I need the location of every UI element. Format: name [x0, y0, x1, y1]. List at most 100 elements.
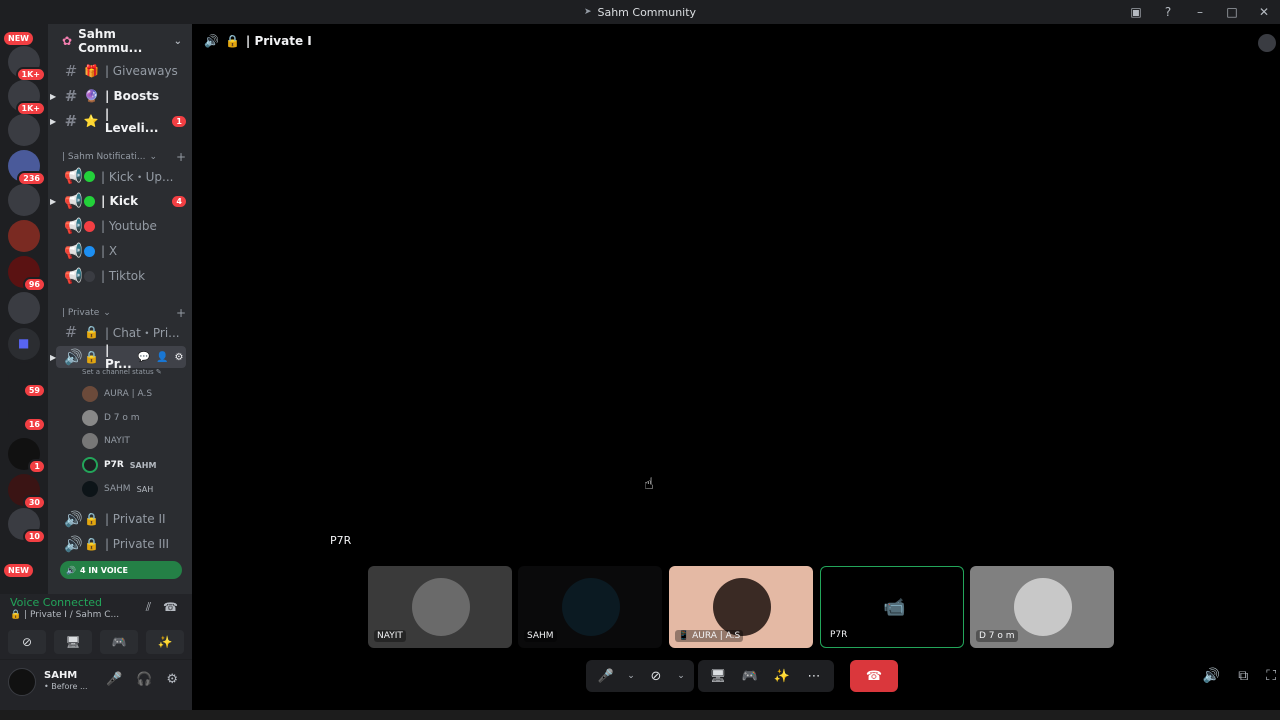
disconnect-button[interactable]: ☎: [850, 660, 898, 692]
voice-member-speaking[interactable]: P7R SAHM: [82, 455, 156, 475]
server-icon[interactable]: 1K+: [8, 80, 46, 116]
server-icon[interactable]: 1K+: [8, 46, 46, 82]
chevron-down-icon[interactable]: ⌄: [674, 662, 688, 690]
disconnect-icon[interactable]: ☎: [163, 600, 178, 615]
mic-button[interactable]: 🎤: [592, 662, 620, 690]
add-channel-icon[interactable]: +: [176, 306, 186, 320]
add-channel-icon[interactable]: +: [176, 150, 186, 164]
server-icon[interactable]: 10: [8, 508, 46, 544]
server-tag: SAHM: [129, 460, 157, 470]
mic-icon[interactable]: 🎤: [106, 672, 122, 687]
screen-share-button[interactable]: 🖥: [54, 630, 92, 654]
participant-tile[interactable]: SAHM: [518, 566, 662, 648]
category-label: | Private: [62, 308, 100, 318]
stage-right-controls: 🔊 ⧉ ⛶: [1203, 668, 1276, 684]
soundboard-button[interactable]: ✨: [768, 662, 796, 690]
avatar[interactable]: [8, 668, 36, 696]
channel-status[interactable]: Set a channel status ✎: [82, 368, 162, 376]
speaker-icon: 🔊: [64, 348, 83, 366]
server-new-badge: NEW: [4, 32, 33, 45]
folder-icon[interactable]: ■: [8, 328, 40, 360]
channel-label: | Boosts: [104, 89, 160, 103]
channel-x[interactable]: 📢 | X: [56, 240, 186, 262]
hash-icon: #: [64, 112, 78, 130]
soundboard-button[interactable]: ✨: [146, 630, 184, 654]
server-header[interactable]: ✿ Sahm Commu... ⌄: [48, 24, 192, 58]
voice-channel-private-i[interactable]: ▶ 🔊 🔒 | Pr... 💬 👤 ⚙: [50, 343, 188, 371]
channel-chat-private[interactable]: # 🔒 | Chat・Pri...: [56, 321, 186, 343]
voice-connected-subtitle[interactable]: 🔒 | Private I / Sahm C...: [10, 610, 119, 620]
voice-member[interactable]: NAYIT: [82, 431, 130, 451]
camera-toggle-button[interactable]: ⊘: [8, 630, 46, 654]
participant-tile[interactable]: 📱 AURA | A.S: [669, 566, 813, 648]
gear-icon[interactable]: ⚙: [166, 672, 178, 687]
chevron-down-icon[interactable]: ⌄: [624, 662, 638, 690]
window-controls: ▣ ? – □ ✕: [1120, 0, 1280, 24]
avatar: [82, 386, 98, 402]
participant-tile[interactable]: NAYIT: [368, 566, 512, 648]
category-private[interactable]: | Private ⌄ +: [62, 306, 186, 320]
mention-badge: 4: [172, 195, 186, 207]
voice-panel-icons: ⫽ ☎: [146, 600, 178, 615]
server-icon[interactable]: [8, 220, 40, 252]
voice-member[interactable]: AURA | A.S: [82, 384, 152, 404]
close-button[interactable]: ✕: [1248, 5, 1280, 19]
voice-member[interactable]: D 7 o m: [82, 408, 140, 428]
announcement-icon: 📢: [64, 217, 83, 235]
star-icon: ⭐: [83, 114, 99, 128]
channel-giveaways[interactable]: # 🎁 | Giveaways: [56, 60, 186, 82]
gear-icon[interactable]: ⚙: [175, 352, 188, 363]
channel-kick[interactable]: ▶ 📢 | Kick 4: [50, 190, 186, 212]
server-icon[interactable]: 1: [8, 438, 46, 474]
server-icon[interactable]: [8, 292, 40, 324]
lock-icon: 🔒: [84, 350, 99, 364]
maximize-button[interactable]: □: [1216, 5, 1248, 19]
lock-icon: 🔒: [224, 34, 240, 48]
more-options-button[interactable]: ⋯: [800, 662, 828, 690]
voice-channel-private-iii[interactable]: 🔊 🔒 | Private III: [56, 533, 186, 555]
inbox-icon[interactable]: ▣: [1120, 5, 1152, 19]
pencil-icon: ✎: [155, 368, 162, 376]
unread-marker: ▶: [50, 91, 57, 101]
in-voice-pill[interactable]: 🔊 4 IN VOICE: [60, 561, 182, 579]
volume-icon[interactable]: 🔊: [1203, 668, 1220, 684]
popout-icon[interactable]: ⧉: [1238, 668, 1248, 684]
user-name[interactable]: SAHM: [44, 670, 77, 681]
voice-connected-title[interactable]: Voice Connected: [10, 596, 102, 609]
participant-tile-speaking[interactable]: 📹 P7R: [820, 566, 964, 648]
server-icon[interactable]: 16: [8, 396, 46, 432]
channel-leveling[interactable]: ▶ # ⭐ | Leveli... 1: [50, 107, 186, 135]
focused-user-name: P7R: [330, 534, 352, 547]
noise-suppression-icon[interactable]: ⫽: [146, 600, 151, 615]
server-icon[interactable]: 30: [8, 474, 46, 510]
voice-member[interactable]: SAHM SAH: [82, 479, 153, 499]
camera-off-button[interactable]: ⊘: [642, 662, 670, 690]
fullscreen-icon[interactable]: ⛶: [1266, 668, 1276, 684]
screen-share-button[interactable]: 🖥: [704, 662, 732, 690]
chat-icon[interactable]: 💬: [138, 352, 150, 363]
server-icon[interactable]: 59: [8, 362, 46, 398]
category-notifications[interactable]: | Sahm Notificati... ⌄ +: [62, 150, 186, 164]
invite-icon[interactable]: 👤: [156, 352, 168, 363]
server-icon[interactable]: [8, 114, 40, 146]
minimize-button[interactable]: –: [1184, 5, 1216, 19]
help-icon[interactable]: ?: [1152, 5, 1184, 19]
channel-youtube[interactable]: 📢 | Youtube: [56, 215, 186, 237]
server-icon[interactable]: [8, 184, 40, 216]
members-icon[interactable]: [1258, 34, 1276, 52]
channel-label: | Tiktok: [101, 269, 146, 283]
voice-channel-private-ii[interactable]: 🔊 🔒 | Private II: [56, 508, 186, 530]
server-icon[interactable]: 236: [8, 150, 46, 186]
activity-button[interactable]: 🎮: [736, 662, 764, 690]
channel-boosts[interactable]: ▶ # 🔮 | Boosts: [50, 85, 186, 107]
green-dot-icon: [84, 170, 95, 182]
unread-marker: ▶: [50, 196, 57, 206]
headphones-icon[interactable]: 🎧: [136, 672, 152, 687]
hash-icon: #: [64, 62, 78, 80]
server-icon[interactable]: 96: [8, 256, 46, 292]
channel-kick-updates[interactable]: 📢 | Kick・Up...: [56, 165, 186, 187]
channel-tiktok[interactable]: 📢 | Tiktok: [56, 265, 186, 287]
voice-panel-buttons: ⊘ 🖥 🎮 ✨: [8, 630, 184, 654]
participant-tile[interactable]: D 7 o m: [970, 566, 1114, 648]
activity-button[interactable]: 🎮: [100, 630, 138, 654]
